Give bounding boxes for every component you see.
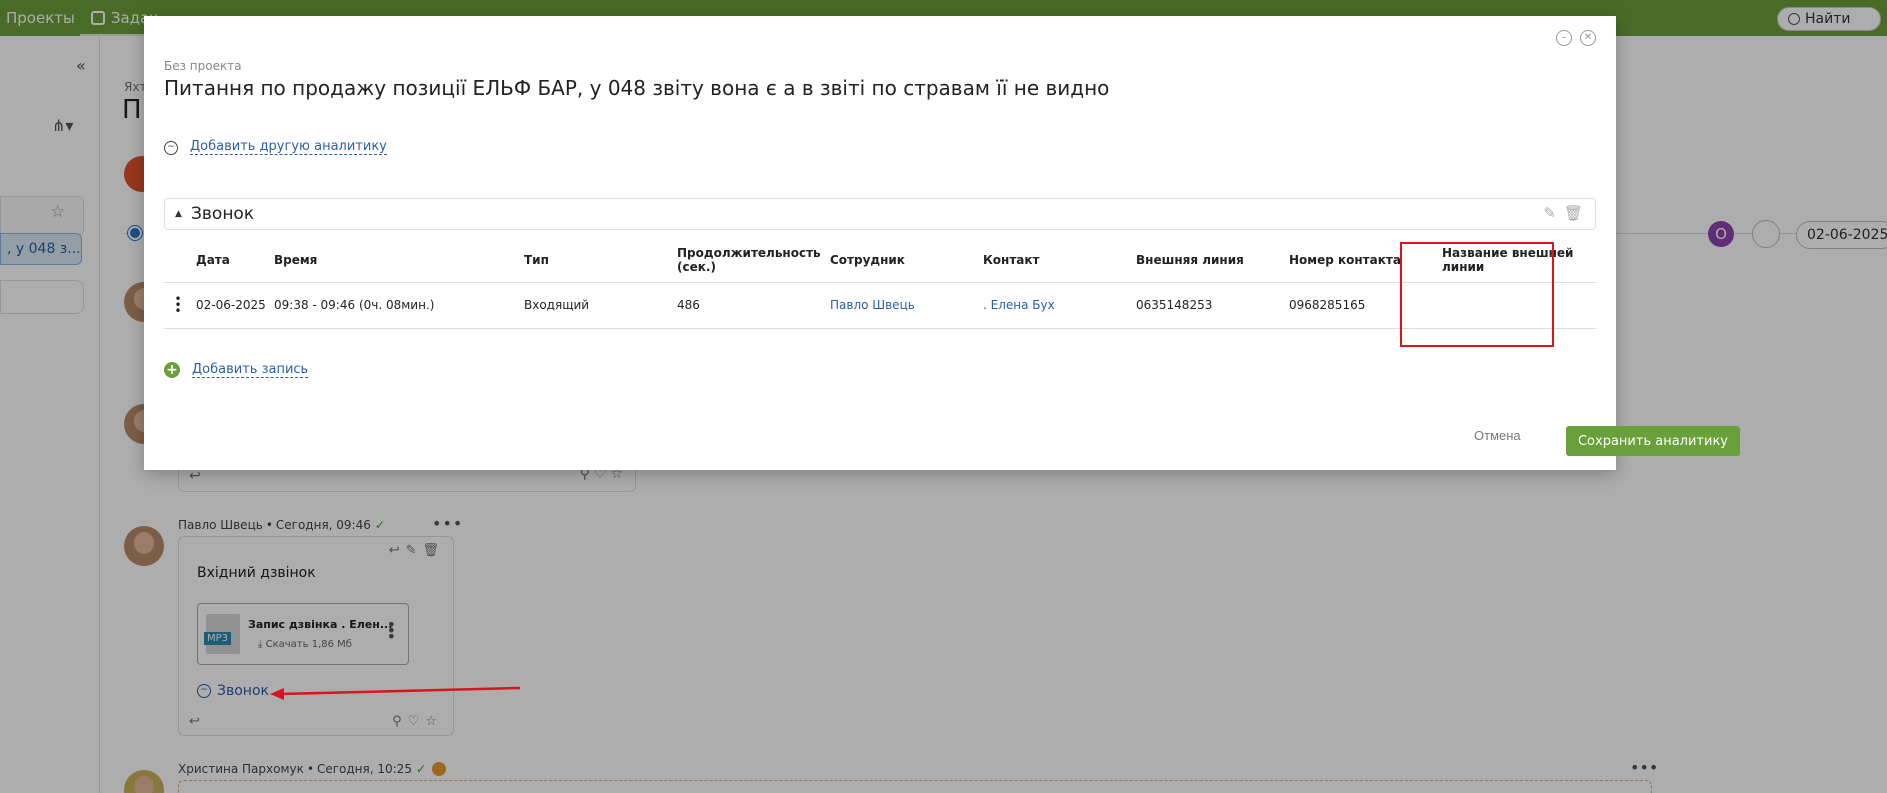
modal-subtitle: Без проекта: [164, 59, 242, 73]
analytics-icon: ~: [164, 140, 178, 155]
left-panel: [0, 36, 100, 793]
audio-attachment[interactable]: MP3 Запис дзвінка . Елен... ⤓ Скачать 1,…: [197, 603, 409, 665]
modal-title: Питання по продажу позиції ЕЛЬФ БАР, у 0…: [164, 76, 1110, 100]
close-icon[interactable]: ✕: [1580, 30, 1596, 46]
section-title: Звонок: [191, 204, 255, 224]
analytics-table: Дата Время Тип Продолжительность (сек.) …: [164, 238, 1596, 329]
cell-employee-link[interactable]: Павло Швець: [826, 282, 979, 329]
cell-duration: 486: [673, 282, 826, 329]
nav-projects[interactable]: Проекты: [6, 9, 75, 27]
date-field[interactable]: 02-06-2025, 09: [1796, 221, 1887, 249]
cell-date: 02-06-2025: [192, 282, 270, 329]
message-text: Вхідний дзвінок: [197, 565, 316, 581]
reply-icon[interactable]: ↩: [189, 714, 200, 729]
add-analytics-label: Добавить другую аналитику: [190, 139, 387, 155]
more-options-icon[interactable]: •••: [387, 617, 396, 645]
trash-icon[interactable]: 🗑: [1564, 204, 1583, 222]
add-record-label: Добавить запись: [192, 361, 309, 378]
task-list-card-selected[interactable]: , у 048 з...: [0, 233, 82, 265]
file-type-label: MP3: [204, 632, 232, 645]
more-options-icon[interactable]: •••: [1630, 758, 1658, 777]
cell-external-line: 0635148253: [1132, 282, 1285, 329]
call-link-label: Звонок: [217, 683, 269, 699]
task-check-icon: [90, 11, 105, 25]
check-icon: ✓: [415, 762, 427, 776]
file-name: Запис дзвінка . Елен...: [248, 618, 393, 631]
cell-contact-link[interactable]: . Елена Бух: [979, 282, 1132, 329]
global-search[interactable]: Найти: [1777, 7, 1881, 31]
highlight-annotation-box: [1400, 242, 1554, 347]
message-edit-tools[interactable]: ↩✎🗑: [389, 543, 445, 558]
column-header-employee: Сотрудник: [826, 238, 979, 283]
avatar[interactable]: O: [1708, 221, 1734, 247]
app-window: Проекты Задач Найти « ⋔▾ ☆ , у 048 з... …: [0, 0, 1887, 793]
cell-type: Входящий: [520, 282, 673, 329]
task-list-card[interactable]: [0, 196, 84, 236]
message-header: Павло Швець • Сегодня, 09:46 ✓: [178, 518, 385, 532]
modal-header-controls: – ✕: [1556, 30, 1596, 46]
column-header-duration: Продолжительность (сек.): [673, 238, 826, 283]
analytics-icon: ~: [197, 684, 211, 698]
collapse-caret-icon[interactable]: ▲: [175, 209, 182, 219]
search-icon: [1788, 13, 1800, 25]
table-header-row: Дата Время Тип Продолжительность (сек.) …: [164, 238, 1596, 283]
plus-icon: +: [164, 362, 180, 378]
reply-icon[interactable]: ↩: [189, 468, 201, 484]
avatar: [124, 770, 164, 793]
call-analytics-link[interactable]: ~ Звонок: [197, 683, 269, 699]
message-actions-icons[interactable]: ⚲♡☆: [392, 714, 443, 729]
column-header-type: Тип: [520, 238, 673, 283]
task-list-card[interactable]: [0, 280, 84, 314]
timeline-dot: [128, 226, 142, 240]
message-author: Христина Пархомук: [178, 762, 304, 776]
file-size: 1,86 Мб: [311, 639, 352, 650]
global-search-label: Найти: [1805, 11, 1851, 27]
tree-view-icon[interactable]: ⋔▾: [52, 116, 73, 135]
table-row[interactable]: • • • 02-06-2025 09:38 - 09:46 (0ч. 08мин.…: [164, 282, 1596, 329]
cancel-button[interactable]: Отмена: [1474, 428, 1521, 443]
add-record-link[interactable]: + Добавить запись: [164, 361, 309, 378]
minimize-icon[interactable]: –: [1556, 30, 1572, 46]
mp3-file-icon: MP3: [204, 614, 240, 654]
more-options-icon[interactable]: •••: [432, 514, 463, 533]
favorite-star-icon[interactable]: ☆: [50, 202, 65, 222]
row-menu-icon[interactable]: • • •: [164, 282, 192, 329]
column-header-external-line: Внешняя линия: [1132, 238, 1285, 283]
page-title: П: [122, 95, 142, 125]
analytics-modal: – ✕ Без проекта Питання по продажу позиц…: [144, 16, 1740, 470]
message-author: Павло Швець: [178, 518, 263, 532]
file-download-link[interactable]: ⤓ Скачать 1,86 Мб: [258, 639, 352, 650]
message-card: ↩✎🗑 Вхідний дзвінок MP3 Запис дзвінка . …: [178, 536, 454, 736]
cell-time: 09:38 - 09:46 (0ч. 08мин.): [270, 282, 520, 329]
column-header-time: Время: [270, 238, 520, 283]
section-tools: ✎ 🗑: [1543, 204, 1583, 222]
column-header-contact: Контакт: [979, 238, 1132, 283]
analytics-section-header[interactable]: ▲ Звонок ✎ 🗑: [164, 198, 1596, 230]
collapse-panel-icon[interactable]: «: [76, 56, 86, 75]
edit-icon[interactable]: ✎: [1543, 204, 1556, 222]
save-analytics-button[interactable]: Сохранить аналитику: [1566, 426, 1740, 456]
message-time: Сегодня, 09:46: [275, 518, 371, 532]
search-icon[interactable]: [1752, 220, 1780, 248]
file-download-label: Скачать: [265, 639, 309, 650]
column-header-date: Дата: [192, 238, 270, 283]
add-analytics-link[interactable]: ~ Добавить другую аналитику: [164, 140, 387, 155]
message-card: [178, 780, 1652, 793]
message-header: Христина Пархомук • Сегодня, 10:25 ✓: [178, 762, 447, 776]
message-time: Сегодня, 10:25: [316, 762, 412, 776]
column-handle: [164, 238, 192, 283]
warning-icon: [432, 762, 447, 776]
avatar: [124, 526, 164, 566]
check-icon: ✓: [374, 518, 385, 532]
